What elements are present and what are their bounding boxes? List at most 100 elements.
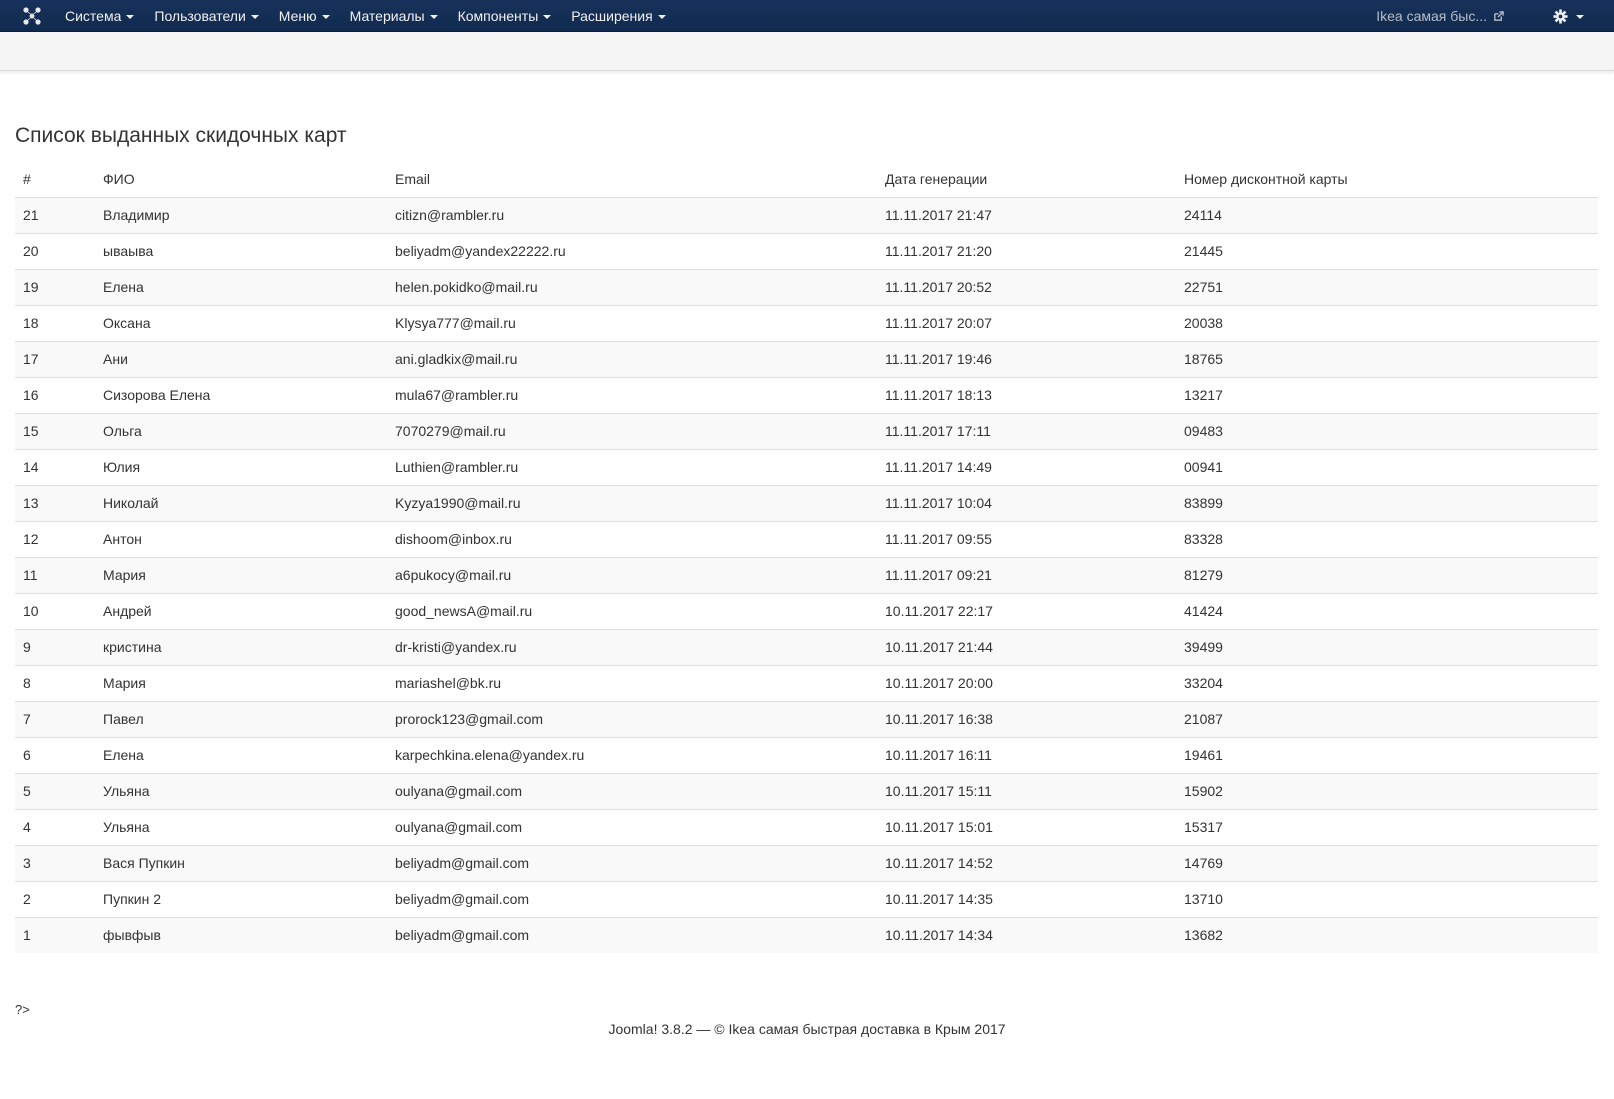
cell-date: 11.11.2017 19:46 (877, 340, 1176, 377)
cell-name: кристина (95, 628, 387, 665)
site-link[interactable]: Ikea самая быс... (1376, 0, 1504, 32)
cell-name: Пупкин 2 (95, 880, 387, 917)
cell-email: oulyana@gmail.com (387, 772, 877, 809)
menu-content[interactable]: Материалы (340, 0, 448, 32)
cell-name: Оксана (95, 304, 387, 341)
table-row: 10 Андрей good_newsA@mail.ru 10.11.2017 22:… (15, 592, 1598, 629)
table-row: 1 фывфыв beliyadm@gmail.com 10.11.2017 14:3… (15, 916, 1598, 953)
cell-name: Елена (95, 736, 387, 773)
cell-card-number: 41424 (1176, 592, 1598, 629)
cell-name: Павел (95, 700, 387, 737)
cell-name: фывфыв (95, 916, 387, 953)
cell-number: 19 (15, 268, 95, 305)
subhead-toolbar (0, 32, 1614, 71)
caret-down-icon (429, 15, 438, 19)
cell-name: Елена (95, 268, 387, 305)
table-row: 18 Оксана Klysya777@mail.ru 11.11.2017 20:0… (15, 304, 1598, 341)
footer-copyright: Joomla! 3.8.2 — © Ikea самая быстрая дос… (608, 1021, 1006, 1037)
cell-date: 10.11.2017 15:11 (877, 772, 1176, 809)
cell-number: 16 (15, 376, 95, 413)
cell-email: a6pukocy@mail.ru (387, 556, 877, 593)
menu-system-label: Система (65, 8, 122, 24)
menu-users[interactable]: Пользователи (144, 0, 268, 32)
cell-number: 17 (15, 340, 95, 377)
table-row: 5 Ульяна oulyana@gmail.com 10.11.2017 15:11… (15, 772, 1598, 809)
cell-email: Kyzya1990@mail.ru (387, 484, 877, 521)
cell-card-number: 22751 (1176, 268, 1598, 305)
menu-content-label: Материалы (349, 8, 425, 24)
cell-number: 11 (15, 556, 95, 593)
cell-number: 13 (15, 484, 95, 521)
cell-name: Мария (95, 664, 387, 701)
table-row: 13 Николай Kyzya1990@mail.ru 11.11.2017 10:… (15, 484, 1598, 521)
menu-extensions-label: Расширения (571, 8, 653, 24)
table-row: 12 Антон dishoom@inbox.ru 11.11.2017 09:55 8… (15, 520, 1598, 557)
cell-email: karpechkina.elena@yandex.ru (387, 736, 877, 773)
cell-number: 1 (15, 916, 95, 953)
table-row: 21 Владимир citizn@rambler.ru 11.11.2017 21… (15, 197, 1598, 233)
cell-card-number: 14769 (1176, 844, 1598, 881)
cell-name: Вася Пупкин (95, 844, 387, 881)
cell-date: 11.11.2017 20:07 (877, 304, 1176, 341)
cell-card-number: 21087 (1176, 700, 1598, 737)
cell-email: oulyana@gmail.com (387, 808, 877, 845)
cell-email: ani.gladkix@mail.ru (387, 340, 877, 377)
menu-extensions[interactable]: Расширения (561, 0, 675, 32)
gear-icon (1553, 8, 1568, 24)
caret-down-icon (126, 15, 135, 19)
cell-number: 14 (15, 448, 95, 485)
cell-card-number: 18765 (1176, 340, 1598, 377)
caret-down-icon (250, 15, 259, 19)
settings-menu-button[interactable] (1553, 0, 1584, 32)
cell-email: Klysya777@mail.ru (387, 304, 877, 341)
cell-number: 4 (15, 808, 95, 845)
external-link-icon (1494, 10, 1504, 21)
cell-date: 11.11.2017 21:20 (877, 232, 1176, 269)
table-row: 8 Мария mariashel@bk.ru 10.11.2017 20:00 332… (15, 664, 1598, 701)
cell-date: 11.11.2017 21:47 (877, 197, 1176, 233)
menu-system[interactable]: Система (55, 0, 144, 32)
joomla-logo-icon[interactable] (22, 6, 42, 26)
cell-number: 20 (15, 232, 95, 269)
cell-date: 10.11.2017 20:00 (877, 664, 1176, 701)
cell-name: Ани (95, 340, 387, 377)
column-header-date: Дата генерации (877, 161, 1176, 198)
table-row: 14 Юлия Luthien@rambler.ru 11.11.2017 14:49… (15, 448, 1598, 485)
cell-email: beliyadm@gmail.com (387, 844, 877, 881)
cell-card-number: 00941 (1176, 448, 1598, 485)
menu-menus[interactable]: Меню (269, 0, 340, 32)
cell-date: 10.11.2017 21:44 (877, 628, 1176, 665)
cell-number: 6 (15, 736, 95, 773)
cell-email: helen.pokidko@mail.ru (387, 268, 877, 305)
php-closing-tag: ?> (15, 1002, 30, 1017)
column-header-email: Email (387, 161, 877, 198)
cell-name: Андрей (95, 592, 387, 629)
menu-components-label: Компоненты (457, 8, 539, 24)
main-menu: Система Пользователи Меню Материалы Комп… (55, 0, 676, 32)
cell-card-number: 15902 (1176, 772, 1598, 809)
cell-card-number: 81279 (1176, 556, 1598, 593)
cell-card-number: 20038 (1176, 304, 1598, 341)
cell-name: Владимир (95, 197, 387, 233)
cell-date: 10.11.2017 14:35 (877, 880, 1176, 917)
cell-date: 11.11.2017 18:13 (877, 376, 1176, 413)
cell-card-number: 21445 (1176, 232, 1598, 269)
cell-number: 9 (15, 628, 95, 665)
menu-users-label: Пользователи (154, 8, 246, 24)
cell-email: good_newsA@mail.ru (387, 592, 877, 629)
cell-date: 10.11.2017 16:11 (877, 736, 1176, 773)
cell-number: 12 (15, 520, 95, 557)
cell-card-number: 83328 (1176, 520, 1598, 557)
menu-components[interactable]: Компоненты (448, 0, 562, 32)
cell-card-number: 09483 (1176, 412, 1598, 449)
caret-down-icon (543, 15, 552, 19)
table-row: 17 Ани ani.gladkix@mail.ru 11.11.2017 19:46… (15, 340, 1598, 377)
cell-email: mariashel@bk.ru (387, 664, 877, 701)
cell-email: beliyadm@gmail.com (387, 880, 877, 917)
column-header-name: ФИО (95, 161, 387, 198)
page-title: Список выданных скидочных карт (15, 124, 347, 147)
table-row: 6 Елена karpechkina.elena@yandex.ru 10.11.2… (15, 736, 1598, 773)
cell-number: 3 (15, 844, 95, 881)
cell-email: beliyadm@gmail.com (387, 916, 877, 953)
cell-email: beliyadm@yandex22222.ru (387, 232, 877, 269)
